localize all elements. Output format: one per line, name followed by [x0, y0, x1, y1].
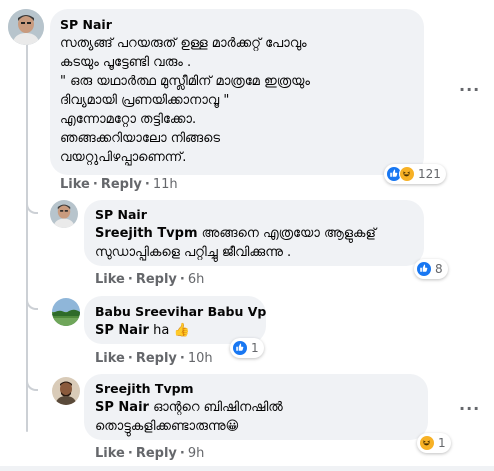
haha-reaction-icon — [399, 166, 415, 182]
comment-text: തൊട്ടുകളിക്കണ്ടാരുന്നു😀 — [95, 419, 240, 434]
grinning-emoji-icon: 😀 — [225, 419, 240, 434]
avatar[interactable] — [50, 200, 78, 228]
user-mention[interactable]: SP Nair — [95, 323, 149, 338]
avatar-photo-icon — [50, 200, 78, 228]
reaction-count: 121 — [418, 167, 441, 181]
reaction-summary[interactable]: 121 — [384, 164, 446, 184]
like-button[interactable]: Like — [95, 446, 125, 461]
comment-author[interactable]: Babu Sreevihar Babu Vp — [95, 304, 266, 319]
reaction-summary[interactable]: 1 — [230, 338, 264, 358]
landscape-avatar-icon — [52, 298, 80, 326]
comment-text: എന്നോമറ്റോ തട്ടിക്കോ. — [60, 112, 197, 127]
more-horizontal-icon[interactable]: ··· — [459, 80, 480, 99]
comment-actions: Like · Reply · 6h — [95, 272, 205, 287]
reaction-summary[interactable]: 8 — [414, 259, 448, 279]
like-button[interactable]: Like — [95, 351, 125, 366]
comment-actions: Like · Reply · 10h — [95, 351, 213, 366]
user-mention[interactable]: SP Nair — [95, 400, 149, 415]
user-mention[interactable]: Sreejith Tvpm — [95, 226, 198, 241]
comment-text: SP Nair ഓന്ററെ ബിഷിനഷിൽ — [95, 400, 283, 415]
comment-author[interactable]: SP Nair — [60, 17, 112, 32]
reaction-count: 1 — [251, 341, 259, 355]
comment-text: സുഡാപ്പികളെ പറ്റിച്ചു ജീവിക്കുന്നു . — [95, 245, 292, 260]
comment-author[interactable]: SP Nair — [95, 207, 147, 222]
comment-text: വയറ്റുപിഴപ്പാണെന്ന്. — [60, 150, 187, 165]
comment-text: " ഒരു യഥാർത്ഥ മുസ്ലീമിന് മാത്രമേ ഇത്രയും — [60, 74, 310, 89]
timestamp[interactable]: 10h — [188, 351, 213, 366]
comment-actions: Like · Reply · 9h — [95, 446, 205, 461]
reaction-count: 1 — [438, 436, 446, 450]
thread-line — [26, 44, 28, 432]
comment-text: SP Nair ha 👍 — [95, 323, 190, 338]
reaction-summary[interactable]: 1 — [417, 433, 451, 453]
avatar[interactable] — [52, 377, 80, 405]
more-horizontal-icon[interactable]: ··· — [459, 399, 480, 418]
comment-text: Sreejith Tvpm അങ്ങനെ എത്രയോ ആളുകള് — [95, 226, 376, 241]
reply-button[interactable]: Reply — [136, 272, 177, 287]
comment-text: കടയും പൂട്ടേണ്ടി വരും . — [60, 55, 192, 70]
comment-text: സത്യങ്ങ് പറയരുത് ഉള്ള മാർക്കറ്റ് പോവും — [60, 36, 307, 51]
comment-author[interactable]: Sreejith Tvpm — [95, 381, 194, 396]
timestamp[interactable]: 11h — [153, 177, 178, 192]
reply-button[interactable]: Reply — [101, 177, 142, 192]
timestamp[interactable]: 9h — [188, 446, 205, 461]
thumbs-up-emoji-icon: 👍 — [173, 323, 190, 338]
like-button[interactable]: Like — [60, 177, 90, 192]
scroll-fade — [0, 466, 494, 471]
reply-button[interactable]: Reply — [136, 446, 177, 461]
like-reaction-icon — [416, 261, 432, 277]
avatar[interactable] — [52, 298, 80, 326]
reaction-count: 8 — [435, 262, 443, 276]
reply-button[interactable]: Reply — [136, 351, 177, 366]
like-button[interactable]: Like — [95, 272, 125, 287]
avatar-photo-icon — [52, 377, 80, 405]
timestamp[interactable]: 6h — [188, 272, 205, 287]
comment-actions: Like · Reply · 11h — [60, 177, 178, 192]
haha-reaction-icon — [419, 435, 435, 451]
comment-text: ഞങ്ങക്കറിയാലോ നിങ്ങടെ — [60, 131, 221, 146]
avatar[interactable] — [8, 9, 44, 45]
comment-text: ദിവ്യമായി പ്രണയിക്കാനാവൂ " — [60, 93, 230, 108]
like-reaction-icon — [232, 340, 248, 356]
avatar-photo-icon — [8, 9, 44, 45]
